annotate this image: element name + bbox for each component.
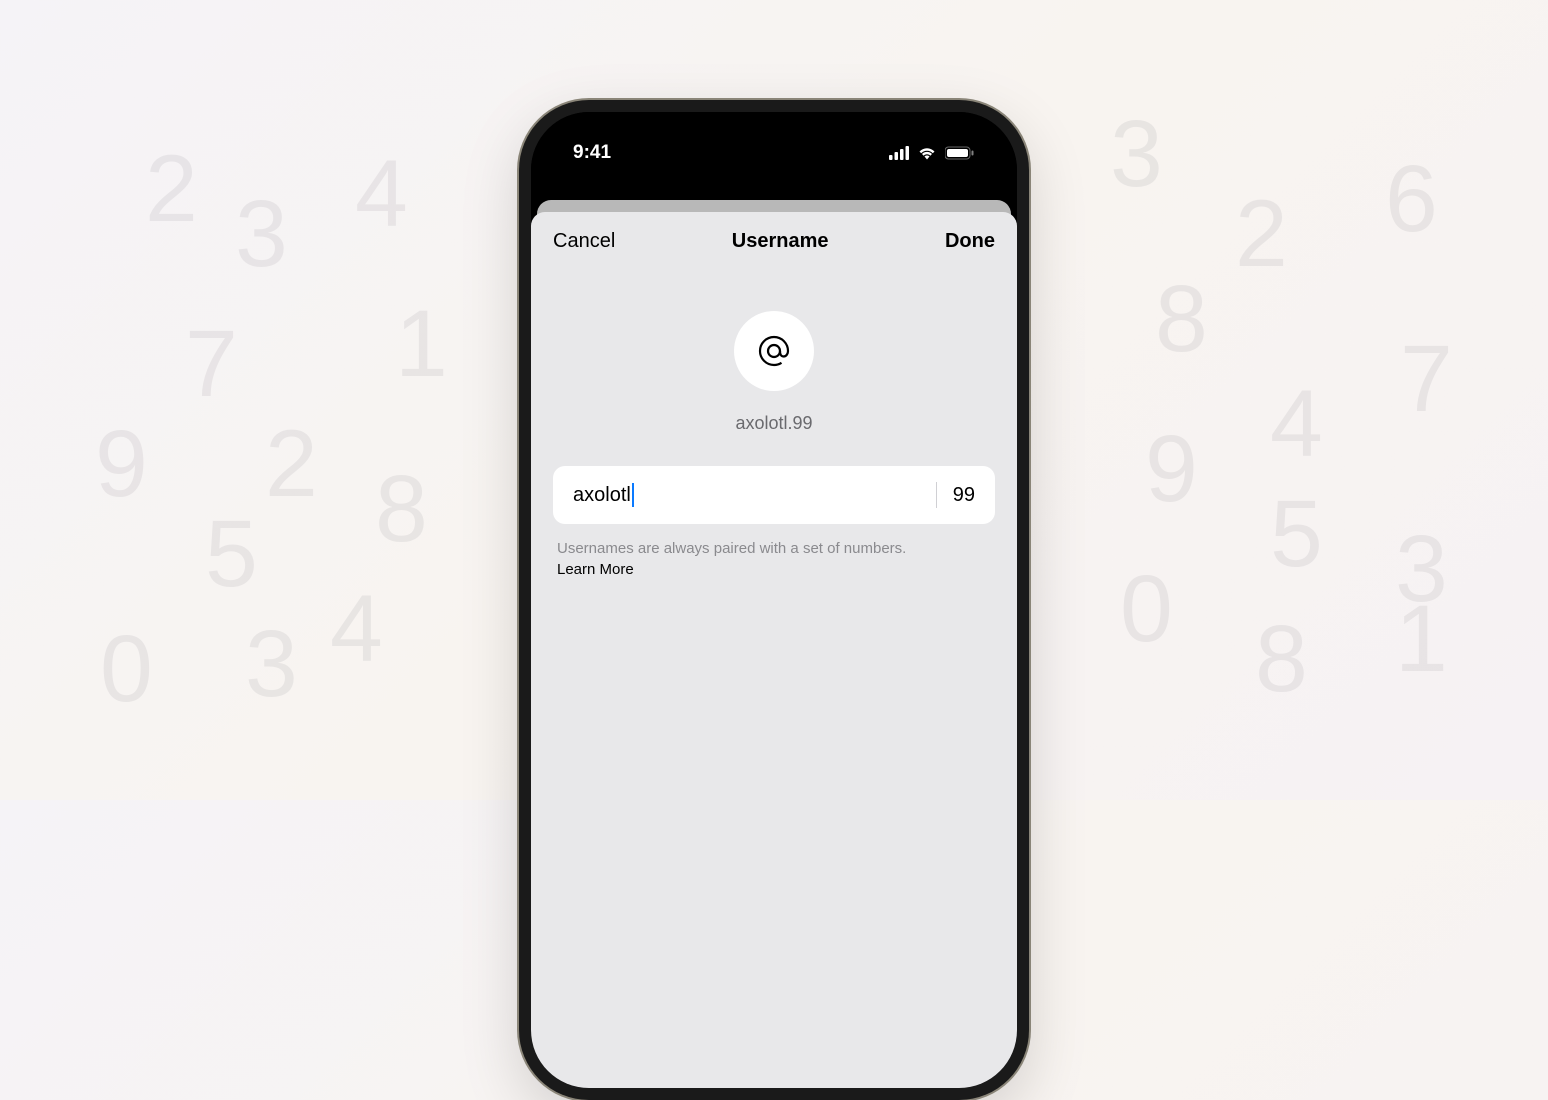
text-cursor — [632, 483, 634, 507]
bg-number: 4 — [355, 140, 408, 249]
username-display: axolotl.99 — [735, 413, 812, 434]
content-area: axolotl.99 axolotl 99 Usernames are alwa… — [531, 271, 1017, 578]
bg-number: 7 — [1400, 325, 1453, 434]
bg-number: 9 — [95, 410, 148, 519]
bg-number: 8 — [375, 455, 428, 564]
bg-number: 4 — [1270, 370, 1323, 479]
bg-number: 0 — [1120, 555, 1173, 664]
username-suffix: 99 — [953, 484, 975, 507]
nav-bar: Cancel Username Done — [531, 212, 1017, 271]
helper-text-block: Usernames are always paired with a set o… — [553, 538, 995, 578]
input-divider — [936, 482, 937, 508]
battery-icon — [945, 146, 975, 160]
bg-number: 1 — [395, 290, 448, 399]
phone-screen: 9:41 — [531, 112, 1017, 1088]
username-input-row[interactable]: axolotl 99 — [553, 466, 995, 524]
cancel-button[interactable]: Cancel — [553, 230, 615, 253]
bg-number: 2 — [145, 135, 198, 244]
username-input-wrapper[interactable]: axolotl — [573, 483, 920, 507]
bg-number: 6 — [1385, 145, 1438, 254]
bg-number: 1 — [1395, 585, 1448, 694]
bg-number: 3 — [235, 180, 288, 289]
learn-more-link[interactable]: Learn More — [557, 561, 991, 578]
bg-number: 7 — [185, 310, 238, 419]
bg-number: 9 — [1145, 415, 1198, 524]
status-icons — [889, 146, 975, 160]
username-input[interactable]: axolotl — [573, 484, 631, 507]
bg-number: 8 — [1155, 265, 1208, 374]
helper-text: Usernames are always paired with a set o… — [557, 538, 991, 559]
bg-number: 3 — [245, 610, 298, 719]
phone-frame: 9:41 — [519, 100, 1029, 1100]
bg-number: 2 — [265, 410, 318, 519]
bg-number: 3 — [1110, 100, 1163, 209]
bg-number: 2 — [1235, 180, 1288, 289]
bg-number: 5 — [205, 500, 258, 609]
wifi-icon — [917, 146, 937, 160]
bg-number: 5 — [1270, 480, 1323, 589]
at-symbol-circle — [734, 311, 814, 391]
status-time: 9:41 — [573, 142, 611, 164]
done-button[interactable]: Done — [945, 230, 995, 253]
page-title: Username — [732, 230, 829, 253]
bg-number: 4 — [330, 575, 383, 684]
at-icon — [757, 334, 791, 368]
bg-number: 0 — [100, 615, 153, 724]
modal-sheet: Cancel Username Done axolotl.99 — [531, 212, 1017, 1088]
dynamic-island — [704, 130, 844, 168]
cellular-icon — [889, 146, 909, 160]
bg-number: 8 — [1255, 605, 1308, 714]
